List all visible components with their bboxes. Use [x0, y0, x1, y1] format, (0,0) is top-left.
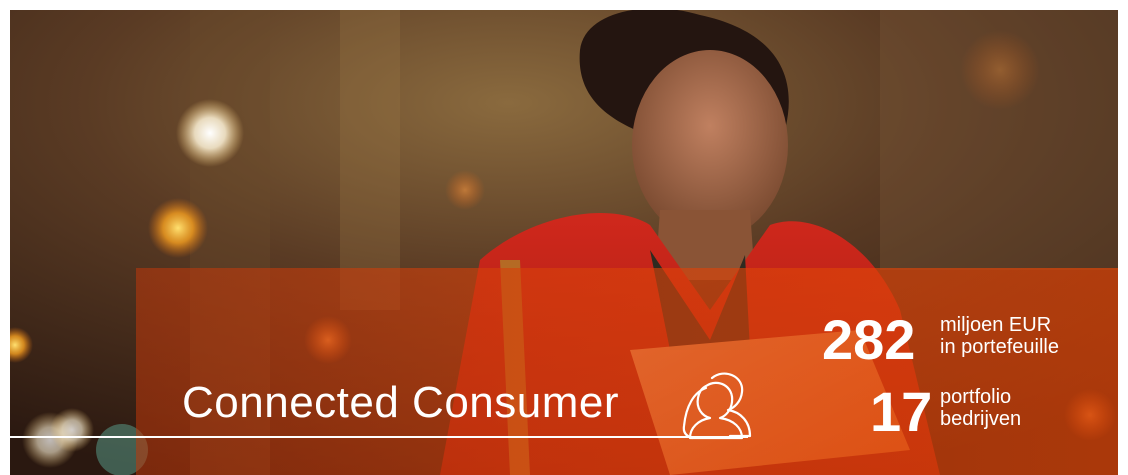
- stat-label-line: in portefeuille: [940, 336, 1059, 358]
- stat-number: 282: [822, 308, 916, 371]
- stat-label-line: bedrijven: [940, 408, 1022, 430]
- stat-portfolio-companies: 17 portfolio bedrijven: [870, 382, 1090, 442]
- stat-label: portfolio bedrijven: [940, 386, 1021, 430]
- banner-title: Connected Consumer: [182, 378, 620, 427]
- title-underline: [10, 436, 748, 438]
- stat-portfolio-value: 282 miljoen EUR in portefeuille: [822, 308, 1112, 368]
- stat-number: 17: [870, 380, 933, 443]
- stat-label: miljoen EUR in portefeuille: [940, 314, 1059, 358]
- two-persons-outline-icon: [682, 372, 752, 440]
- hero-banner: Connected Consumer 282 miljoen EUR in po…: [10, 10, 1118, 475]
- stat-label-line: portfolio: [940, 386, 1012, 408]
- title-row: Connected Consumer: [10, 370, 780, 442]
- stat-label-line: miljoen EUR: [940, 314, 1052, 336]
